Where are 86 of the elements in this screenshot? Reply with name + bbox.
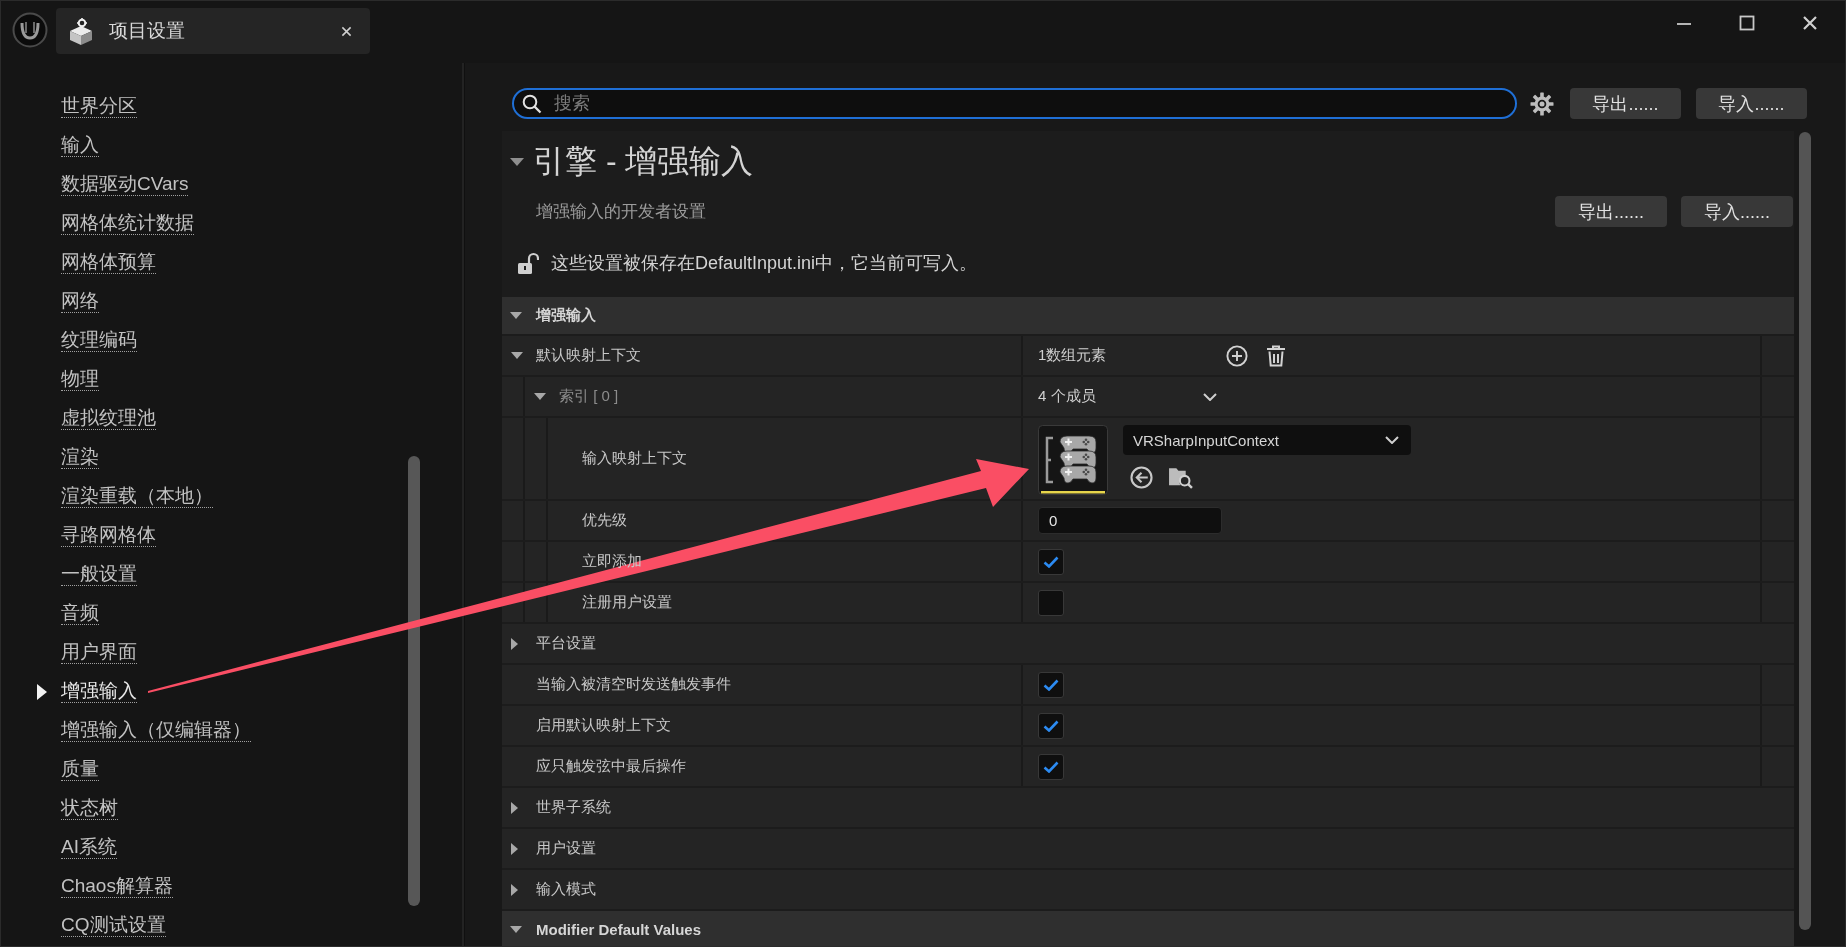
sidebar-item[interactable]: 音频 [61,602,99,625]
sidebar-item[interactable]: 数据驱动CVars [61,173,189,196]
category-header[interactable]: 增强输入 [502,297,1794,334]
arrow-left-circle-icon[interactable] [1130,465,1153,489]
section-title: 引擎 - 增强输入 [533,142,754,181]
sidebar-item[interactable]: 增强输入 [61,680,137,703]
caret-down-icon[interactable] [510,158,524,166]
property-label: 注册用户设置 [582,593,672,612]
property-label: 应只触发弦中最后操作 [536,757,686,776]
sidebar-item[interactable]: Chaos解算器 [61,875,173,898]
tab-close-icon[interactable] [341,25,352,37]
sidebar-item[interactable]: AI系统 [61,836,117,859]
number-field[interactable]: 0 [1038,507,1222,534]
property-label: 索引 [ 0 ] [559,387,619,406]
search-icon [522,93,542,114]
scrollbar-thumb[interactable] [1799,132,1811,930]
property-label: 当输入被清空时发送触发事件 [536,675,731,694]
asset-dropdown[interactable]: VRSharpInputContext [1123,425,1411,455]
import-button[interactable]: 导入...... [1696,88,1807,119]
sidebar-item[interactable]: 输入 [61,134,99,157]
property-label: 优先级 [582,511,627,530]
checkbox[interactable] [1038,712,1064,739]
property-label: 世界子系统 [536,798,611,817]
caret-down-icon[interactable] [511,352,523,359]
section-description: 增强输入的开发者设置 [536,201,706,223]
export-button[interactable]: 导出...... [1555,196,1667,227]
caret-down-icon[interactable] [534,393,546,400]
property-label: 启用默认映射上下文 [536,716,671,735]
document-tab[interactable]: 项目设置 [56,8,370,54]
export-button[interactable]: 导出...... [1570,88,1681,119]
chevron-down-icon[interactable] [1203,392,1217,401]
triangle-marker-icon [37,683,47,700]
sidebar-item[interactable]: 状态树 [61,797,118,820]
checkmark-icon [1043,555,1059,568]
sidebar-item[interactable]: 用户界面 [61,641,137,664]
sidebar-item[interactable]: 网络 [61,290,99,313]
search-field[interactable]: 搜索 [512,88,1517,119]
checkbox[interactable] [1038,671,1064,698]
sidebar-item[interactable]: 网格体预算 [61,251,156,274]
checkmark-icon [1043,719,1059,732]
maximize-icon[interactable] [1739,15,1755,31]
sidebar-item[interactable]: 网格体统计数据 [61,212,194,235]
checkbox[interactable] [1038,548,1064,575]
caret-down-icon[interactable] [510,312,522,319]
sidebar-item[interactable]: 物理 [61,368,99,391]
checkmark-icon [1043,760,1059,773]
category-header[interactable]: Modifier Default Values [502,911,1794,946]
sidebar-item[interactable]: 一般设置 [61,563,137,586]
gamepad-stack-icon[interactable] [1038,425,1108,495]
sidebar-item[interactable]: CQ测试设置 [61,914,166,937]
checkmark-icon [1043,678,1059,691]
array-count: 1数组元素 [1038,346,1108,365]
caret-right-icon[interactable] [511,842,518,855]
sidebar-item[interactable]: 纹理编码 [61,329,137,352]
caret-down-icon[interactable] [510,926,522,933]
property-label: 默认映射上下文 [536,346,641,365]
sidebar-item[interactable]: 寻路网格体 [61,524,156,547]
caret-right-icon[interactable] [511,637,518,650]
settings-icon[interactable] [1530,91,1554,116]
property-label: 平台设置 [536,634,596,653]
trash-icon[interactable] [1266,344,1286,367]
checkbox[interactable] [1038,753,1064,780]
logo-icon [12,12,48,48]
close-icon[interactable] [1802,15,1818,31]
property-label: 输入映射上下文 [582,449,687,468]
chevron-down-icon[interactable] [1385,436,1399,444]
category-title: 增强输入 [536,306,596,325]
caret-right-icon[interactable] [511,801,518,814]
folder-search-icon[interactable] [1168,465,1193,489]
config-notice: 这些设置被保存在DefaultInput.ini中，它当前可写入。 [551,252,978,275]
sidebar-item[interactable]: 质量 [61,758,99,781]
add-icon[interactable] [1226,344,1248,367]
category-title: Modifier Default Values [536,921,702,938]
sidebar-item[interactable]: 世界分区 [61,95,137,118]
property-label: 用户设置 [536,839,596,858]
checkbox[interactable] [1038,589,1064,616]
sidebar-item[interactable]: 增强输入（仅编辑器） [61,719,251,742]
scrollbar-thumb[interactable] [408,456,420,906]
member-count: 4 个成员 [1038,387,1097,406]
sidebar-item[interactable]: 渲染重载（本地） [61,485,213,508]
sidebar-item[interactable]: 虚拟纹理池 [61,407,156,430]
sidebar-item[interactable]: 渲染 [61,446,99,469]
caret-right-icon[interactable] [511,883,518,896]
import-button[interactable]: 导入...... [1681,196,1793,227]
cube-gear-icon [68,17,94,45]
property-label: 输入模式 [536,880,596,899]
